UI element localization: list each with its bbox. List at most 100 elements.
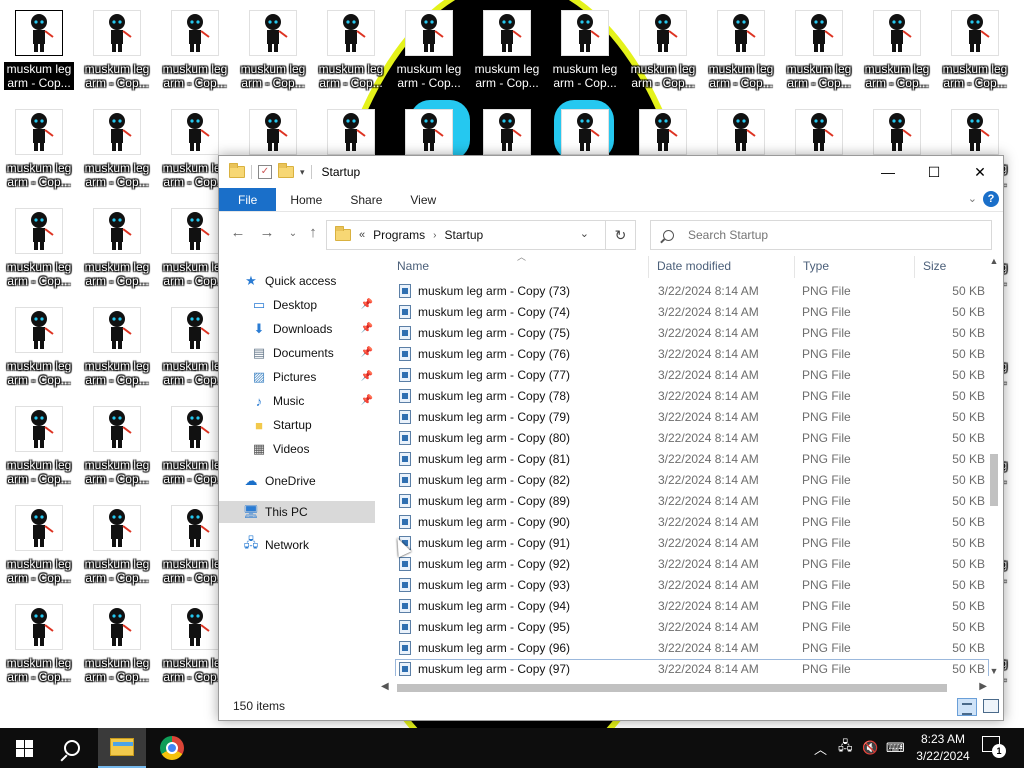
large-icons-view-icon[interactable]: [983, 699, 999, 713]
tab-home[interactable]: Home: [276, 188, 336, 211]
scroll-up-icon[interactable]: ▲: [987, 256, 1001, 270]
table-row[interactable]: muskum leg arm - Copy (97) 3/22/2024 8:14…: [395, 659, 989, 676]
breadcrumb-overflow[interactable]: «: [359, 229, 365, 241]
scroll-down-icon[interactable]: ▼: [987, 666, 1001, 680]
desktop-icon[interactable]: muskum leg arm - Cop...: [80, 400, 154, 496]
desktop-icon[interactable]: muskum leg arm - Cop...: [2, 598, 76, 694]
pin-icon[interactable]: 📌: [361, 299, 373, 310]
column-type[interactable]: Type: [795, 256, 915, 278]
desktop-icon[interactable]: muskum leg arm - Cop...: [80, 301, 154, 397]
table-row[interactable]: muskum leg arm - Copy (80) 3/22/2024 8:14…: [395, 428, 989, 449]
minimize-button[interactable]: —: [865, 156, 911, 188]
table-row[interactable]: muskum leg arm - Copy (77) 3/22/2024 8:14…: [395, 365, 989, 386]
table-row[interactable]: muskum leg arm - Copy (92) 3/22/2024 8:14…: [395, 554, 989, 575]
ime-icon[interactable]: ⌨: [886, 728, 905, 768]
table-row[interactable]: muskum leg arm - Copy (73) 3/22/2024 8:14…: [395, 281, 989, 302]
nav-item-documents[interactable]: ▤ Documents 📌: [251, 342, 375, 364]
desktop-icon[interactable]: muskum leg arm - Cop...: [2, 103, 76, 199]
desktop-icon[interactable]: muskum leg arm - Cop...: [2, 4, 76, 100]
taskbar-chrome[interactable]: [148, 728, 196, 768]
table-row[interactable]: muskum leg arm - Copy (93) 3/22/2024 8:14…: [395, 575, 989, 596]
file-explorer-window[interactable]: ✓ ▾ Startup — ☐ ✕ File Home Share View ⌄…: [218, 155, 1004, 721]
column-name[interactable]: Name: [389, 256, 649, 278]
recent-locations-icon[interactable]: ⌄: [283, 228, 303, 239]
refresh-icon[interactable]: ↻: [605, 221, 635, 249]
table-row[interactable]: muskum leg arm - Copy (95) 3/22/2024 8:14…: [395, 617, 989, 638]
table-row[interactable]: muskum leg arm - Copy (79) 3/22/2024 8:14…: [395, 407, 989, 428]
scroll-thumb[interactable]: [397, 684, 947, 692]
up-arrow-icon[interactable]: ↑: [303, 224, 323, 241]
nav-item-desktop[interactable]: ▭ Desktop 📌: [251, 294, 375, 316]
vertical-scrollbar[interactable]: ▲ ▼: [987, 256, 1001, 680]
network-icon[interactable]: 🖧: [838, 728, 853, 768]
desktop-icon[interactable]: muskum leg arm - Cop...: [860, 4, 934, 100]
help-icon[interactable]: ?: [983, 191, 999, 207]
notification-center-button[interactable]: 1: [982, 736, 1006, 758]
nav-item-pictures[interactable]: ▨ Pictures 📌: [251, 366, 375, 388]
desktop-icon[interactable]: muskum leg arm - Cop...: [80, 598, 154, 694]
chevron-right-icon[interactable]: ›: [433, 230, 436, 241]
taskbar-file-explorer[interactable]: [98, 728, 146, 768]
start-button[interactable]: [0, 728, 48, 768]
maximize-button[interactable]: ☐: [911, 156, 957, 188]
nav-item-startup[interactable]: ■ Startup: [251, 414, 375, 436]
expand-ribbon-icon[interactable]: ⌄: [968, 192, 977, 205]
tab-file[interactable]: File: [219, 188, 277, 211]
nav-item-music[interactable]: ♪ Music 📌: [251, 390, 375, 412]
nav-network[interactable]: 🖧 Network: [243, 534, 399, 556]
nav-this-pc[interactable]: 🖥 This PC: [219, 501, 375, 523]
table-row[interactable]: muskum leg arm - Copy (94) 3/22/2024 8:14…: [395, 596, 989, 617]
pin-icon[interactable]: 📌: [361, 371, 373, 382]
desktop-icon[interactable]: muskum leg arm - Cop...: [470, 4, 544, 100]
desktop-icon[interactable]: muskum leg arm - Cop...: [548, 4, 622, 100]
pin-icon[interactable]: 📌: [361, 347, 373, 358]
close-button[interactable]: ✕: [957, 156, 1003, 188]
desktop-icon[interactable]: muskum leg arm - Cop...: [2, 202, 76, 298]
desktop-icon[interactable]: muskum leg arm - Cop...: [80, 103, 154, 199]
forward-arrow-icon[interactable]: →: [257, 224, 277, 241]
title-bar[interactable]: ✓ ▾ Startup — ☐ ✕: [219, 156, 1003, 188]
clock[interactable]: 8:23 AM 3/22/2024: [912, 731, 974, 765]
desktop-icon[interactable]: muskum leg arm - Cop...: [626, 4, 700, 100]
nav-item-downloads[interactable]: ⬇ Downloads 📌: [251, 318, 375, 340]
desktop-icon[interactable]: muskum leg arm - Cop...: [2, 301, 76, 397]
desktop-icon[interactable]: muskum leg arm - Cop...: [80, 4, 154, 100]
desktop-icon[interactable]: muskum leg arm - Cop...: [80, 202, 154, 298]
desktop-icon[interactable]: muskum leg arm - Cop...: [158, 4, 232, 100]
tab-share[interactable]: Share: [336, 188, 396, 211]
desktop-icon[interactable]: muskum leg arm - Cop...: [782, 4, 856, 100]
table-row[interactable]: muskum leg arm - Copy (82) 3/22/2024 8:14…: [395, 470, 989, 491]
address-bar[interactable]: « Programs › Startup ⌄ ↻: [326, 220, 636, 250]
scroll-right-icon[interactable]: ▶: [979, 681, 987, 692]
desktop-icon[interactable]: muskum leg arm - Cop...: [938, 4, 1012, 100]
tab-view[interactable]: View: [396, 188, 450, 211]
breadcrumb-startup[interactable]: Startup: [444, 228, 483, 242]
desktop-icon[interactable]: muskum leg arm - Cop...: [392, 4, 466, 100]
table-row[interactable]: muskum leg arm - Copy (74) 3/22/2024 8:14…: [395, 302, 989, 323]
search-input[interactable]: [688, 228, 968, 242]
customize-toolbar-icon[interactable]: ▾: [300, 167, 305, 178]
desktop-icon[interactable]: muskum leg arm - Cop...: [80, 499, 154, 595]
desktop-icon[interactable]: muskum leg arm - Cop...: [314, 4, 388, 100]
search-box[interactable]: [650, 220, 992, 250]
scroll-thumb[interactable]: [990, 454, 998, 506]
chevron-down-icon[interactable]: ⌄: [580, 227, 589, 240]
scroll-left-icon[interactable]: ◀: [381, 681, 389, 692]
table-row[interactable]: muskum leg arm - Copy (90) 3/22/2024 8:14…: [395, 512, 989, 533]
volume-muted-icon[interactable]: 🔇: [862, 728, 878, 768]
back-arrow-icon[interactable]: ←: [228, 224, 248, 241]
column-size[interactable]: Size: [915, 256, 989, 278]
breadcrumb-programs[interactable]: Programs: [373, 228, 425, 242]
pin-icon[interactable]: 📌: [361, 323, 373, 334]
column-date-modified[interactable]: Date modified: [649, 256, 795, 278]
properties-icon[interactable]: ✓: [258, 165, 272, 179]
table-row[interactable]: muskum leg arm - Copy (91) 3/22/2024 8:14…: [395, 533, 989, 554]
nav-quick-access[interactable]: ★ Quick access: [243, 270, 399, 292]
pin-icon[interactable]: 📌: [361, 395, 373, 406]
table-row[interactable]: muskum leg arm - Copy (76) 3/22/2024 8:14…: [395, 344, 989, 365]
table-row[interactable]: muskum leg arm - Copy (78) 3/22/2024 8:14…: [395, 386, 989, 407]
chevron-up-icon[interactable]: ︿: [814, 728, 827, 768]
new-folder-icon[interactable]: [278, 163, 294, 178]
desktop-icon[interactable]: muskum leg arm - Cop...: [236, 4, 310, 100]
table-row[interactable]: muskum leg arm - Copy (96) 3/22/2024 8:14…: [395, 638, 989, 659]
